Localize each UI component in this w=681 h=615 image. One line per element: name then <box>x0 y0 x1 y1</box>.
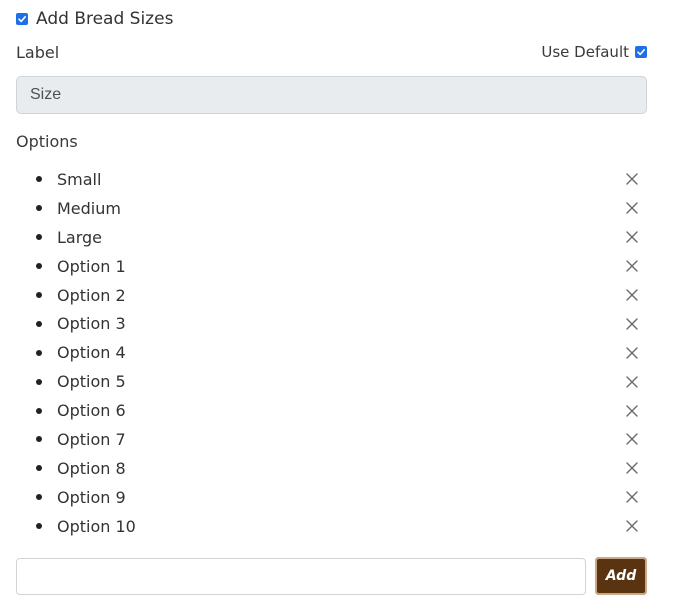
bullet <box>36 349 42 356</box>
list-item: Option 7 <box>16 425 647 454</box>
bullet <box>36 378 42 385</box>
bullet <box>36 465 42 472</box>
section-title: Add Bread Sizes <box>36 9 174 29</box>
list-item: Option 1 <box>16 252 647 281</box>
close-icon <box>626 289 638 301</box>
bullet <box>36 234 42 241</box>
close-icon <box>626 347 638 359</box>
option-label: Option 8 <box>57 458 126 478</box>
checkmark-icon <box>637 49 645 56</box>
bullet <box>36 494 42 501</box>
close-icon <box>626 173 638 186</box>
label-input[interactable]: Size <box>16 76 647 114</box>
list-item: Small <box>16 165 647 194</box>
remove-option-button[interactable] <box>625 201 639 215</box>
new-option-input[interactable] <box>16 557 586 595</box>
options-heading: Options <box>16 132 78 151</box>
list-item: Option 4 <box>16 338 647 367</box>
option-label: Option 1 <box>57 256 126 276</box>
remove-option-button[interactable] <box>625 461 639 475</box>
bullet <box>36 523 42 530</box>
use-default-control: Use Default <box>541 43 647 61</box>
remove-option-button[interactable] <box>625 172 639 186</box>
label-field-label: Label <box>16 42 60 62</box>
option-label: Option 5 <box>57 372 126 392</box>
use-default-checkbox[interactable] <box>635 46 647 58</box>
bullet <box>36 205 42 212</box>
list-item: Option 10 <box>16 512 647 541</box>
remove-option-button[interactable] <box>625 230 639 244</box>
bullet <box>36 292 42 298</box>
list-item: Option 8 <box>16 454 647 483</box>
use-default-label: Use Default <box>541 43 629 61</box>
list-item: Option 9 <box>16 483 647 512</box>
option-label: Option 2 <box>57 285 126 305</box>
remove-option-button[interactable] <box>625 288 639 302</box>
remove-option-button[interactable] <box>625 490 639 504</box>
close-icon <box>626 260 638 272</box>
add-option-button[interactable]: Add <box>595 557 647 595</box>
bullet <box>36 407 42 414</box>
list-item: Option 2 <box>16 281 647 310</box>
option-label: Option 6 <box>57 401 126 421</box>
remove-option-button[interactable] <box>625 346 639 360</box>
close-icon <box>626 520 638 532</box>
remove-option-button[interactable] <box>625 519 639 533</box>
list-item: Medium <box>16 194 647 223</box>
add-bread-sizes-checkbox[interactable] <box>16 13 28 25</box>
remove-option-button[interactable] <box>625 317 639 331</box>
header: Add Bread Sizes <box>16 8 173 30</box>
close-icon <box>626 375 638 388</box>
list-item: Option 3 <box>16 309 647 338</box>
option-label: Option 9 <box>57 487 126 507</box>
option-label: Option 10 <box>57 516 136 536</box>
close-icon <box>626 318 638 330</box>
option-label: Option 3 <box>57 314 126 334</box>
list-item: Option 6 <box>16 396 647 425</box>
option-label: Option 4 <box>57 343 126 363</box>
close-icon <box>626 202 638 215</box>
list-item: Option 5 <box>16 367 647 396</box>
label-input-value: Size <box>30 86 62 103</box>
bullet <box>36 320 42 327</box>
bullet <box>36 263 42 270</box>
option-label: Small <box>57 169 102 189</box>
bullet <box>36 436 42 443</box>
options-list: Small Medium Large Option 1 Option 2 Opt <box>16 165 647 541</box>
remove-option-button[interactable] <box>625 259 639 273</box>
close-icon <box>626 462 638 475</box>
option-label: Medium <box>57 198 121 218</box>
bullet <box>36 176 42 183</box>
option-label: Large <box>57 227 103 247</box>
close-icon <box>626 404 638 417</box>
close-icon <box>626 231 638 243</box>
close-icon <box>626 433 638 446</box>
remove-option-button[interactable] <box>625 432 639 446</box>
checkmark-icon <box>18 16 26 23</box>
option-label: Option 7 <box>57 429 126 449</box>
remove-option-button[interactable] <box>625 404 639 418</box>
close-icon <box>626 491 638 503</box>
remove-option-button[interactable] <box>625 375 639 389</box>
label-row: Label Use Default <box>16 40 647 64</box>
add-option-row: Add <box>16 557 647 595</box>
list-item: Large <box>16 223 647 252</box>
